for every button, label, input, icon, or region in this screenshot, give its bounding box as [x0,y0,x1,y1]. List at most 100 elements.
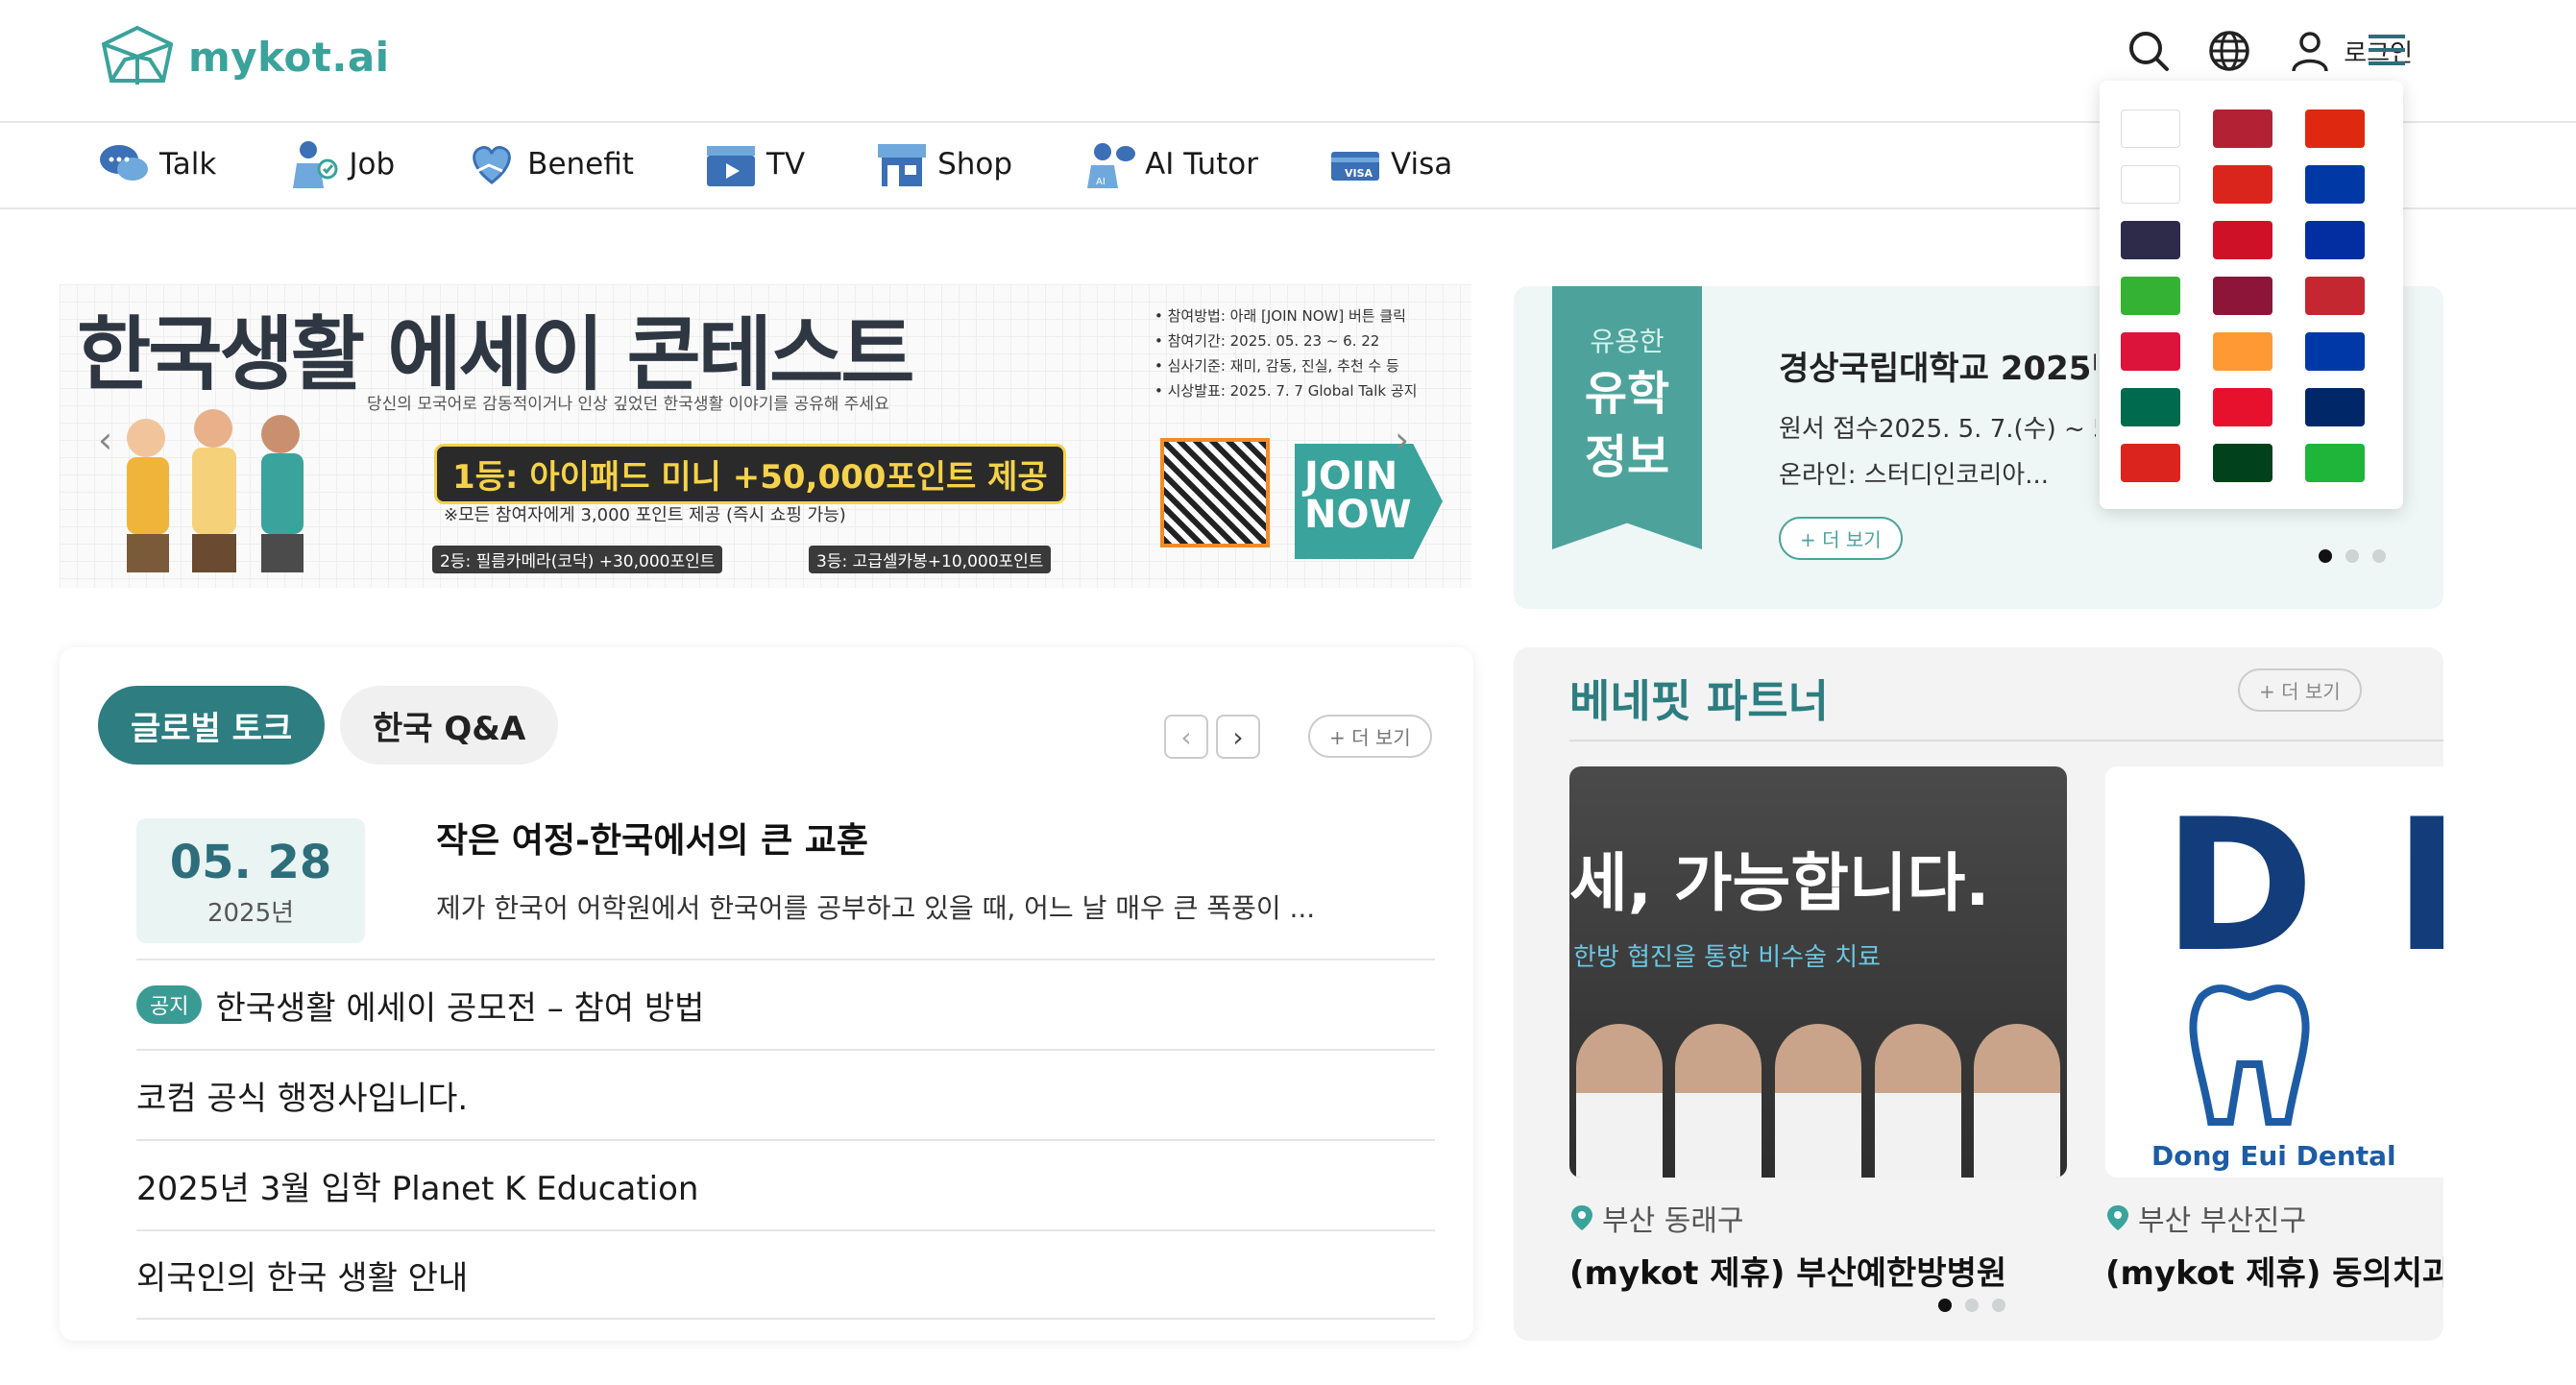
ribbon-big-text: 정보 [1584,430,1670,484]
doctor-figure [1974,1024,2061,1178]
thailand-flag[interactable] [2121,221,2180,259]
kyrgyzstan-flag[interactable] [2213,388,2272,426]
list-item[interactable]: 외국인의 한국 생활 안내 [136,1229,1435,1320]
doctor-figure [1774,1024,1861,1178]
talk-more-button[interactable]: + 더 보기 [1308,715,1432,758]
nepal-flag[interactable] [2121,332,2180,371]
user-icon [2292,32,2328,72]
banner-next-arrow-icon[interactable]: › [1395,419,1409,461]
partner-image-headline: 세, 가능합니다. [1569,846,1990,920]
svg-text:AI: AI [1096,177,1106,187]
doctors-photo [1569,1014,2067,1178]
date-month-day: 05. 28 [169,836,332,889]
study-more-button[interactable]: + 더 보기 [1779,517,1903,560]
notice-badge: 공지 [136,985,203,1024]
essay-contest-banner[interactable]: 한국생활 에세이 콘테스트 당신의 모국어로 감동적이거나 인상 깊었던 한국생… [60,284,1471,588]
list-item[interactable]: 코컴 공식 행정사입니다. [136,1049,1435,1139]
qr-code-icon [1160,438,1270,547]
job-person-icon [293,141,338,188]
tab-korea-qa[interactable]: 한국 Q&A [340,686,559,765]
logo-icon [101,25,174,85]
nav-item-tv[interactable]: TV [703,138,805,190]
nav-item-ai-tutor[interactable]: AI AI Tutor [1081,138,1258,190]
banner-info: • 참여방법: 아래 [JOIN NOW] 버튼 클릭 • 참여기간: 2025… [1154,304,1417,403]
partner-name[interactable]: (mykot 제휴) 동의치과의원 [2105,1247,2443,1294]
benefit-more-button[interactable]: + 더 보기 [2238,668,2362,712]
partner-location: 부산 부산진구 [2105,1197,2306,1239]
myanmar-flag[interactable] [2121,277,2180,315]
ribbon-big-text: 유학 [1584,367,1670,421]
join-now-button[interactable]: JOIN NOW [1295,444,1443,559]
vietnam-flag[interactable] [2213,165,2272,204]
logo[interactable]: mykot.ai [96,25,390,88]
timor-leste-flag[interactable] [2121,444,2180,482]
sri-lanka-flag[interactable] [2213,277,2272,315]
bangladesh-flag[interactable] [2121,388,2180,426]
search-icon[interactable] [2126,29,2171,73]
map-pin-icon [2107,1205,2128,1230]
philippines-flag[interactable] [2305,332,2365,371]
pagination-dot[interactable] [1992,1299,2005,1312]
doctor-figure [1575,1024,1663,1178]
ribbon-small-text: 유용한 [1590,326,1665,357]
featured-post-title[interactable]: 작은 여정-한국에서의 큰 교훈 [436,813,868,863]
nav-item-visa[interactable]: VISA Visa [1327,138,1452,190]
prize-second: 2등: 필름카메라(코닥) +30,000포인트 [432,546,723,573]
partner-image-subline: 한방 협진을 통한 비수술 치료 [1573,937,1881,973]
list-item[interactable]: 공지 한국생활 에세이 공모전 – 참여 방법 [136,959,1435,1049]
pagination-dot[interactable] [2319,549,2332,563]
heart-hand-icon [473,146,511,184]
dental-logo-letter: D [2163,780,2315,992]
list-item-text: 외국인의 한국 생활 안내 [136,1258,469,1298]
people-illustration-icon [127,409,304,572]
partner-name[interactable]: (mykot 제휴) 부산예한방병원 [1569,1247,2006,1294]
divider [1569,740,2443,741]
pagination-dot[interactable] [1938,1299,1952,1312]
date-year: 2025년 [207,899,295,928]
svg-text:VISA: VISA [1345,167,1373,180]
nav-item-job[interactable]: Job [285,138,395,190]
nav-label-shop: Shop [937,147,1013,182]
laos-flag[interactable] [2305,388,2365,426]
next-arrow-icon[interactable]: › [1216,715,1260,759]
usa-flag[interactable] [2213,109,2272,148]
nav-label-ai-tutor: AI Tutor [1145,147,1259,182]
nav-item-talk[interactable]: Talk [96,138,216,190]
indonesia-flag[interactable] [2213,221,2272,259]
list-item[interactable]: 2025년 3월 입학 Planet K Education [136,1139,1435,1229]
nav-label-tv: TV [766,147,806,182]
prize-first: 1등: 아이패드 미니 +50,000포인트 제공 [434,444,1066,504]
partner-card-image[interactable]: 세, 가능합니다. 한방 협진을 통한 비수술 치료 [1569,766,2067,1178]
globe-icon[interactable] [2207,29,2251,73]
mongolia-flag[interactable] [2305,277,2365,315]
menu-icon[interactable] [2367,33,2407,67]
banner-subtitle: 당신의 모국어로 감동적이거나 인상 깊었던 한국생활 이야기를 공유해 주세요 [367,395,889,414]
pagination-dot[interactable] [2372,549,2386,563]
russia-flag[interactable] [2305,165,2365,204]
tab-global-talk[interactable]: 글로벌 토크 [98,686,326,765]
nav-label-visa: Visa [1391,147,1453,182]
nav-label-job: Job [349,147,396,182]
benefit-pagination [1938,1299,2005,1312]
china-flag[interactable] [2305,109,2365,148]
nav-item-benefit[interactable]: Benefit [464,138,634,190]
uzbekistan-flag[interactable] [2305,444,2365,482]
pagination-dot[interactable] [1965,1299,1979,1312]
banner-prev-arrow-icon[interactable]: ‹ [98,419,112,461]
clapperboard-icon [706,146,755,186]
prev-arrow-icon[interactable]: ‹ [1164,715,1208,759]
pagination-dot[interactable] [2345,549,2359,563]
nav-item-shop[interactable]: Shop [874,138,1012,190]
location-text: 부산 부산진구 [2138,1204,2307,1238]
japan-flag[interactable] [2121,165,2180,204]
list-item-text: 한국생활 에세이 공모전 – 참여 방법 [215,988,705,1028]
india-flag[interactable] [2213,332,2272,371]
storefront-icon [878,144,927,186]
korea-flag[interactable] [2121,109,2180,148]
cambodia-flag[interactable] [2305,221,2365,259]
pakistan-flag[interactable] [2213,444,2272,482]
study-ribbon: 유용한 유학 정보 [1552,286,1702,549]
study-title[interactable]: 경상국립대학교 2025년 [1779,342,2096,389]
banner-info-line: • 심사기준: 재미, 감동, 진실, 추천 수 등 [1154,357,1399,375]
partner-card-image[interactable]: D E Dong Eui Dental [2105,766,2443,1178]
